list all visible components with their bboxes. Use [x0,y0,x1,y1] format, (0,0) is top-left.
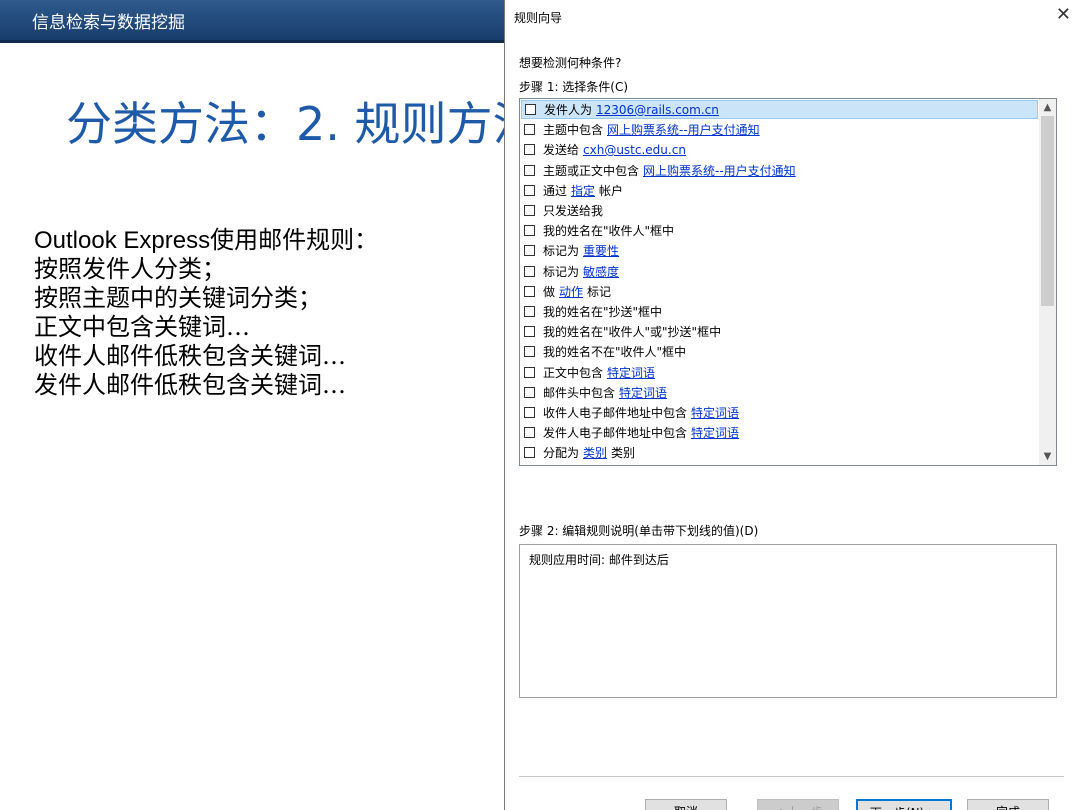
condition-link[interactable]: 类别 [583,444,607,461]
condition-checkbox[interactable] [524,184,535,196]
condition-link[interactable]: 敏感度 [583,263,619,280]
condition-link[interactable]: 重要性 [583,242,619,259]
condition-text: 我的姓名在"收件人"或"抄送"框中 [543,325,722,340]
condition-text: 发送给 [543,143,580,158]
condition-row[interactable]: 做动作 标记 [521,282,1038,301]
slide-body-line: 按照主题中的关键词分类； [34,284,322,312]
conditions-list[interactable]: 发件人为 12306@rails.com.cn 主题中包含 网上购票系统--用户支付通… [519,98,1057,466]
condition-link[interactable]: 特定词语 [619,384,667,401]
condition-row[interactable]: 只发送给我 [521,201,1038,220]
condition-link[interactable]: 网上购票系统--用户支付通知 [643,162,796,179]
condition-checkbox[interactable] [524,225,535,237]
condition-row[interactable]: 发件人电子邮件地址中包含 特定词语 [521,423,1038,442]
condition-text: 我的姓名不在"收件人"框中 [543,345,687,360]
rules-wizard-dialog: 规则向导 ✕ 想要检测何种条件? 步骤 1: 选择条件(C) 发件人为 12306… [504,0,1080,810]
close-icon[interactable]: ✕ [1056,4,1071,25]
condition-checkbox[interactable] [524,306,535,317]
condition-row[interactable]: 我的姓名在"抄送"框中 [521,302,1038,321]
condition-row[interactable]: 发送给 cxh@ustc.edu.cn [521,140,1038,159]
condition-checkbox[interactable] [524,346,535,358]
condition-text: 发件人电子邮件地址中包含 [543,426,688,441]
condition-suffix: 帐户 [599,183,624,198]
condition-row[interactable]: 标记为 重要性 [521,241,1038,260]
rule-description-box[interactable]: 规则应用时间: 邮件到达后 [519,544,1057,698]
condition-checkbox[interactable] [524,407,535,418]
condition-row[interactable]: 分配为 类别 类别 [521,443,1038,462]
step1-label: 步骤 1: 选择条件(C) [519,80,629,94]
slide-body-line: 收件人邮件低秩包含关键词… [34,342,346,370]
condition-suffix: 类别 [611,446,636,461]
slide-title: 分类方法：2. 规则方法 [66,97,539,151]
condition-text: 主题中包含 [543,123,604,138]
condition-row[interactable]: 收件人电子邮件地址中包含 特定词语 [521,403,1038,422]
step2-label: 步骤 2: 编辑规则说明(单击带下划线的值)(D) [519,524,759,538]
slide-header-text: 信息检索与数据挖掘 [32,13,185,33]
condition-row[interactable]: 主题中包含 网上购票系统--用户支付通知 [521,120,1038,139]
finish-button[interactable]: 完成 [967,799,1049,810]
condition-link[interactable]: 特定词语 [691,424,739,441]
condition-row[interactable]: 通过 指定 帐户 [521,181,1038,200]
condition-link[interactable]: 特定词语 [691,404,739,421]
condition-link[interactable]: 指定 [571,182,595,199]
condition-row[interactable]: 正文中包含 特定词语 [521,363,1038,382]
condition-text: 邮件头中包含 [543,385,616,400]
condition-link[interactable]: cxh@ustc.edu.cn [583,143,686,157]
condition-text: 分配为 [543,446,580,461]
condition-checkbox[interactable] [524,285,535,297]
condition-row[interactable]: 主题或正文中包含 网上购票系统--用户支付通知 [521,161,1038,180]
condition-row[interactable]: 我的姓名在"收件人"框中 [521,221,1038,240]
condition-link[interactable]: 12306@rails.com.cn [596,103,719,117]
condition-link[interactable]: 特定词语 [607,364,655,381]
condition-text: 标记为 [543,244,580,259]
scroll-thumb[interactable] [1041,116,1054,306]
condition-text: 标记为 [543,264,580,279]
dialog-title: 规则向导 [514,11,563,25]
rule-description-text: 规则应用时间: 邮件到达后 [529,553,669,567]
condition-text: 发件人为 [544,103,593,117]
condition-row[interactable]: 我的姓名不在"收件人"框中 [521,342,1038,361]
cancel-button[interactable]: 取消 [645,799,727,810]
condition-link[interactable]: 网上购票系统--用户支付通知 [607,121,760,138]
condition-checkbox[interactable] [524,205,535,216]
condition-text: 主题或正文中包含 [543,163,640,178]
condition-text: 通过 [543,183,568,198]
condition-row[interactable]: 发件人为 12306@rails.com.cn [521,100,1038,119]
condition-checkbox[interactable] [524,245,535,257]
condition-text: 正文中包含 [543,365,604,380]
condition-question: 想要检测何种条件? [519,56,622,70]
conditions-scrollbar[interactable]: ▲ ▼ [1039,99,1056,465]
condition-checkbox[interactable] [524,124,535,136]
back-button[interactable]: < 上一步 [757,799,839,810]
condition-checkbox[interactable] [524,366,535,378]
scroll-down-icon[interactable]: ▼ [1039,448,1056,465]
separator [519,776,1064,777]
slide-body-line: 发件人邮件低秩包含关键词… [34,371,346,399]
condition-checkbox[interactable] [524,447,535,459]
condition-suffix: 标记 [587,284,612,299]
condition-text: 做 [543,284,556,299]
condition-link[interactable]: 动作 [559,283,583,300]
slide-body-line: 按照发件人分类； [34,255,226,283]
condition-text: 只发送给我 [543,204,604,218]
condition-checkbox[interactable] [524,386,535,398]
condition-checkbox[interactable] [524,144,535,156]
condition-row[interactable]: 标记为 敏感度 [521,262,1038,281]
slide-body-line: 正文中包含关键词… [34,313,250,341]
condition-row[interactable]: 我的姓名在"收件人"或"抄送"框中 [521,322,1038,341]
scroll-up-icon[interactable]: ▲ [1039,99,1056,116]
slide-body-line: Outlook Express使用邮件规则： [34,227,379,254]
condition-row[interactable]: 邮件头中包含 特定词语 [521,383,1038,402]
next-button[interactable]: 下一步(N) > [856,799,952,810]
condition-checkbox[interactable] [524,164,535,176]
condition-checkbox[interactable] [524,427,535,439]
slide-body: Outlook Express使用邮件规则： 按照发件人分类； 按照主题中的关键… [34,226,378,400]
condition-text: 收件人电子邮件地址中包含 [543,406,688,420]
condition-checkbox[interactable] [525,104,536,115]
condition-text: 我的姓名在"抄送"框中 [543,305,663,319]
condition-checkbox[interactable] [524,265,535,277]
condition-text: 我的姓名在"收件人"框中 [543,224,675,239]
condition-checkbox[interactable] [524,326,535,338]
